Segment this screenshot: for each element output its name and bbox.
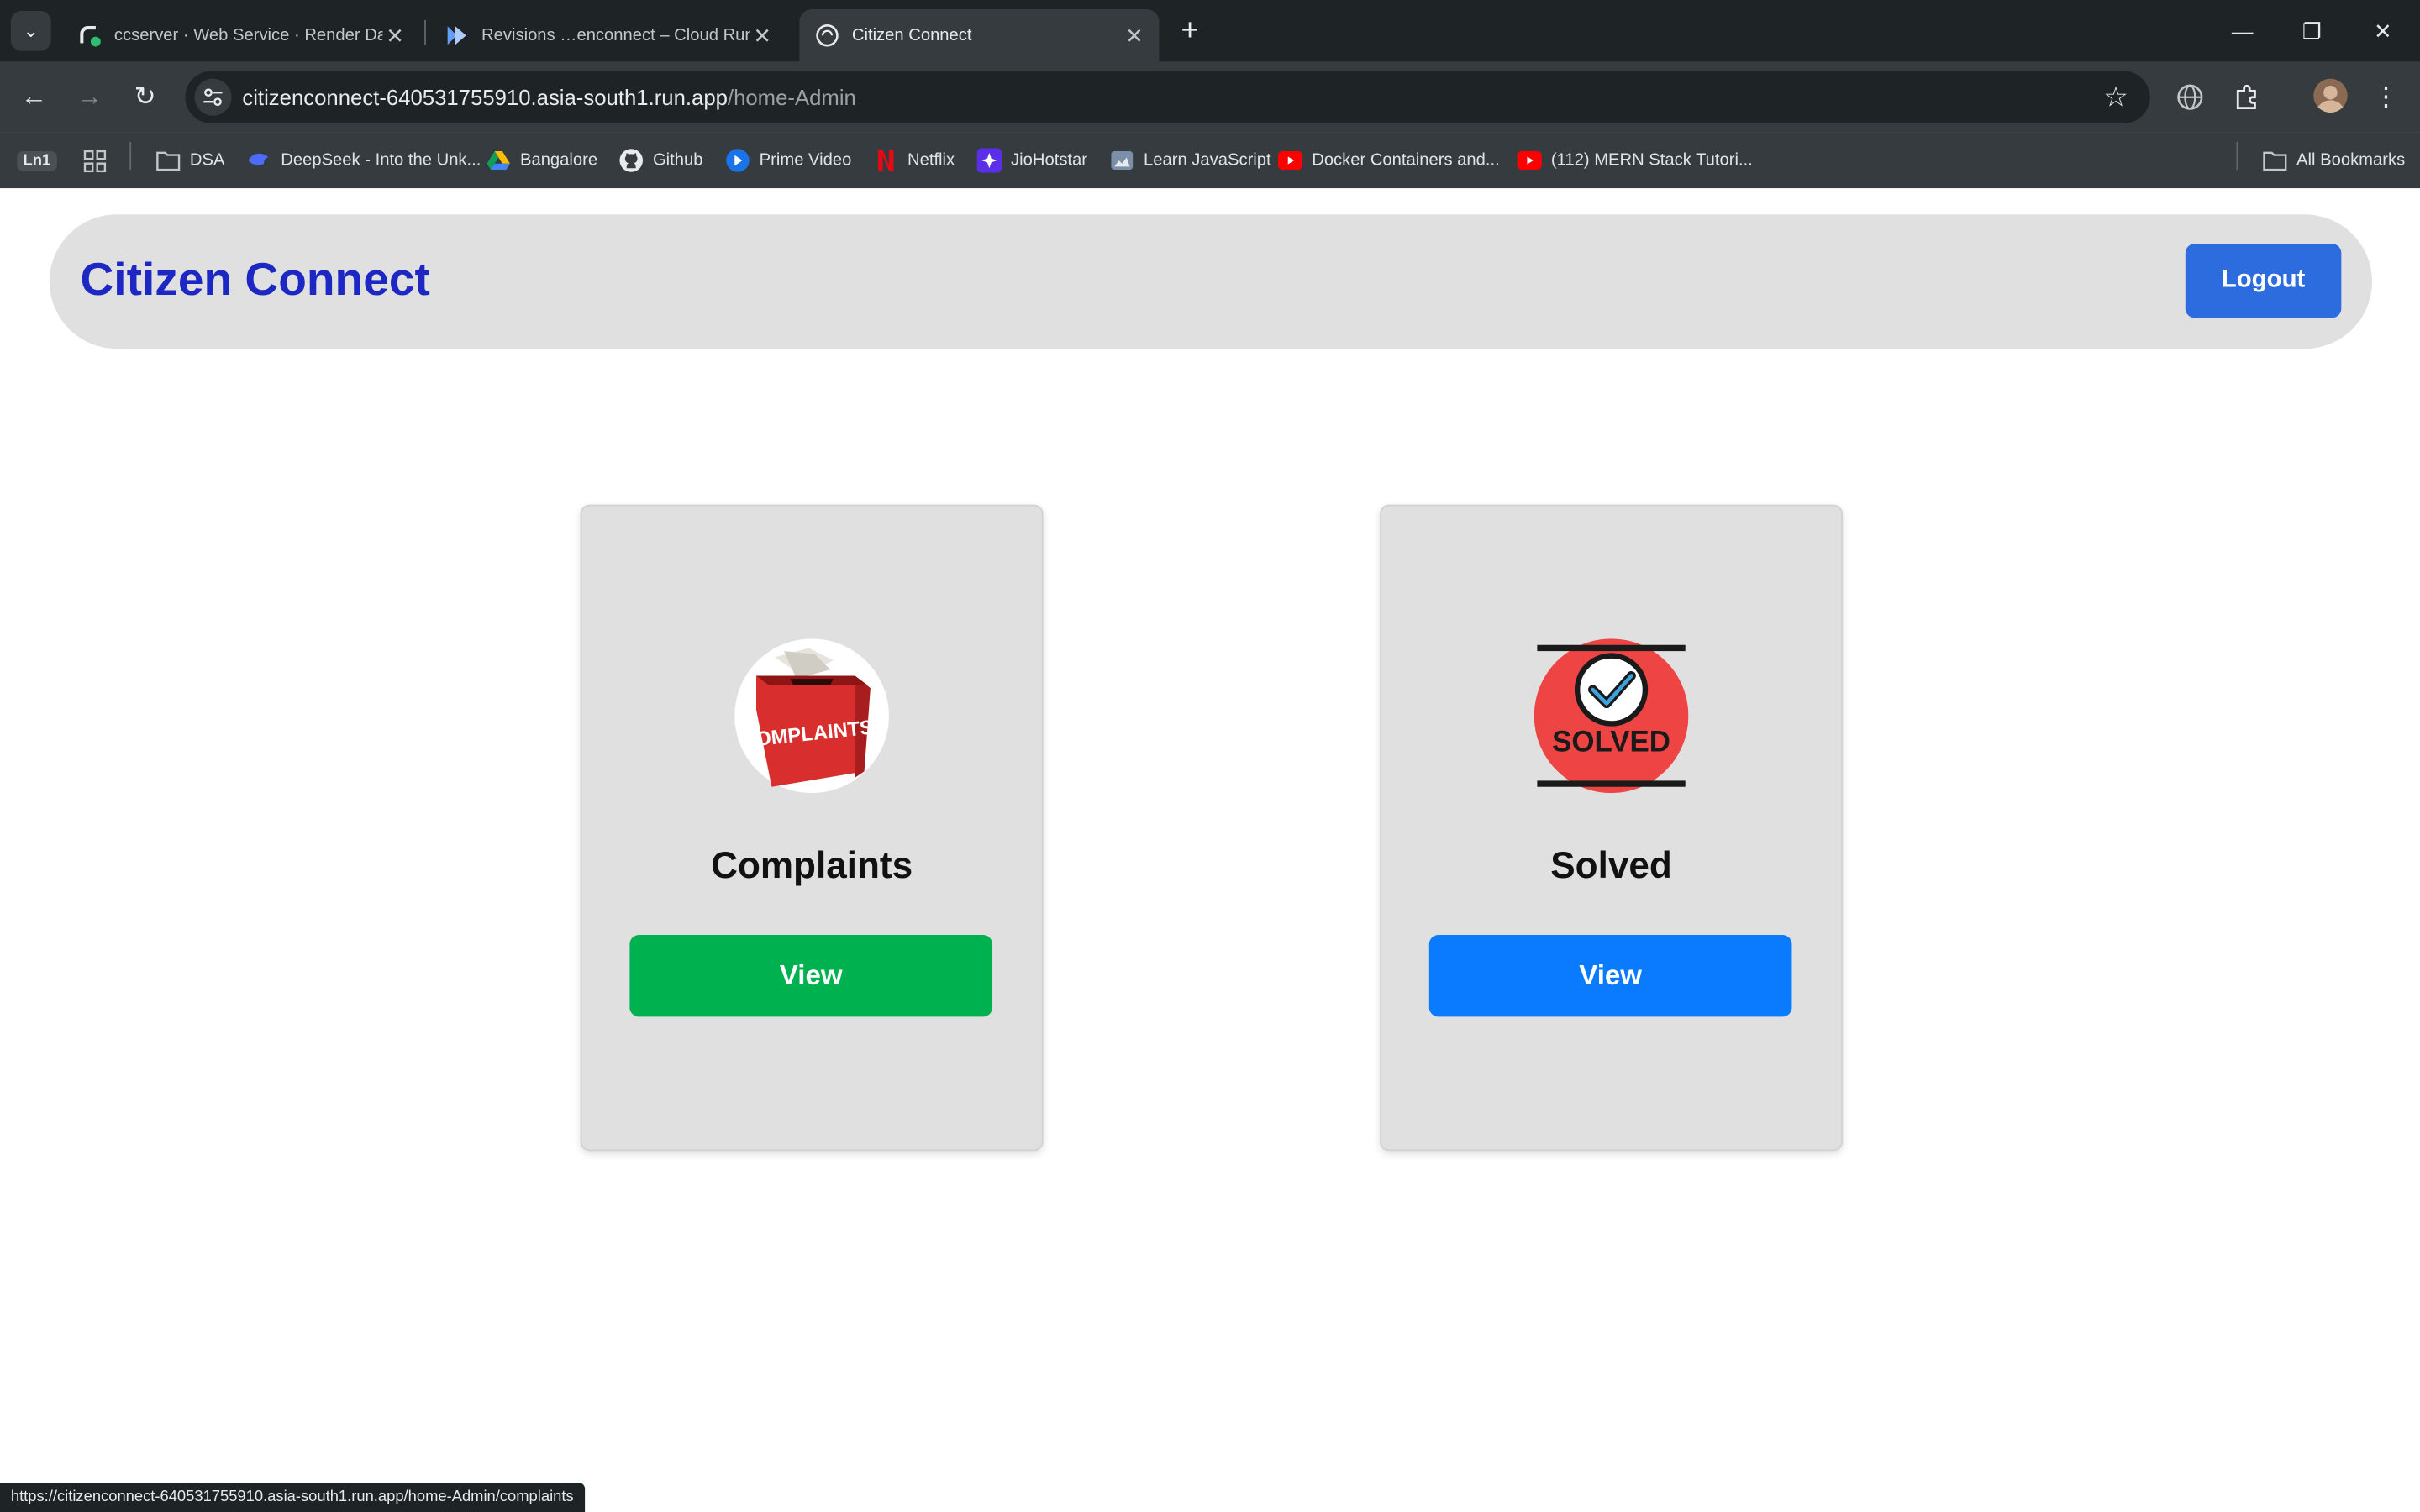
tab-title: ccserver · Web Service · Render Dash	[113, 26, 383, 45]
bookmark-label: (112) MERN Stack Tutori...	[1550, 151, 1753, 171]
view-complaints-button[interactable]: View	[629, 935, 993, 1017]
bookmarks-divider	[129, 141, 132, 171]
tab-title: Citizen Connect	[851, 26, 972, 45]
bookmark-ln1[interactable]: Ln1	[17, 145, 57, 176]
address-bar[interactable]: citizenconnect-640531755910.asia-south1.…	[185, 71, 2150, 123]
bookmark-docker-containers[interactable]: Docker Containers and...	[1277, 145, 1500, 176]
tab-render-dashboard[interactable]: ccserver · Web Service · Render Dash ✕	[61, 9, 419, 61]
bookmark-label: Netflix	[908, 151, 955, 171]
brand-title[interactable]: Citizen Connect	[81, 255, 430, 307]
reload-icon[interactable]: ↻	[128, 81, 161, 114]
restore-icon[interactable]: ❐	[2289, 13, 2335, 50]
tab-strip: ⌄ ccserver · Web Service · Render Dash ✕…	[0, 0, 2420, 62]
forward-arrow-icon[interactable]: →	[72, 81, 106, 114]
bookmarks-bar: Ln1 DSA DeepSeek - Into the Unk... Banga…	[0, 132, 2420, 190]
tab-title: Revisions …enconnect – Cloud Run –	[481, 26, 750, 45]
citizen-connect-favicon	[815, 24, 839, 48]
extensions-puzzle-icon[interactable]	[2232, 81, 2263, 113]
youtube-icon	[1277, 148, 1303, 172]
render-icon	[77, 24, 102, 48]
bookmark-label: Learn JavaScript	[1144, 151, 1271, 171]
chevron-down-icon: ⌄	[23, 19, 39, 42]
close-icon[interactable]: ✕	[1122, 23, 1146, 49]
complaints-box-icon: COMPLAINTS	[734, 638, 889, 794]
all-bookmarks-label: All Bookmarks	[2296, 151, 2406, 171]
bookmark-dsa[interactable]: DSA	[156, 145, 225, 176]
all-bookmarks-button[interactable]: All Bookmarks	[2263, 145, 2406, 176]
solved-title: Solved	[1550, 845, 1672, 888]
browser-window: ⌄ ccserver · Web Service · Render Dash ✕…	[0, 0, 2420, 1512]
bookmark-label: DeepSeek - Into the Unk...	[281, 151, 481, 171]
bookmark-label: Bangalore	[519, 151, 598, 171]
bookmark-learn-javascript[interactable]: Learn JavaScript	[1110, 145, 1271, 176]
jiohotstar-icon	[976, 148, 1002, 173]
complaints-card: COMPLAINTS Complaints View	[580, 504, 1044, 1152]
close-icon[interactable]: ✕	[383, 23, 408, 49]
deepseek-icon	[247, 148, 271, 172]
site-settings-icon[interactable]	[194, 78, 232, 116]
prime-video-icon	[725, 148, 750, 172]
learn-js-icon	[1110, 148, 1134, 172]
kebab-menu-icon[interactable]: ⋮	[2369, 81, 2402, 114]
bookmark-star-icon[interactable]: ☆	[2103, 81, 2128, 114]
logout-button[interactable]: Logout	[2185, 244, 2342, 318]
page-content: Citizen Connect Logout COMPLAINTS Compla…	[0, 188, 2420, 1512]
url-path: /home-Admin	[727, 85, 856, 110]
bookmark-mern-stack[interactable]: (112) MERN Stack Tutori...	[1517, 145, 1753, 176]
solved-card: SOLVED Solved View	[1380, 504, 1844, 1152]
bookmarks-divider	[2236, 141, 2238, 171]
cloud-run-icon	[445, 24, 469, 48]
apps-grid-icon	[82, 148, 106, 172]
tab-divider	[424, 19, 426, 45]
netflix-icon	[874, 148, 898, 172]
bookmark-label: Prime Video	[759, 151, 852, 171]
youtube-icon	[1517, 148, 1542, 172]
translate-globe-icon[interactable]	[2175, 81, 2206, 113]
bookmark-bangalore[interactable]: Bangalore	[487, 145, 598, 176]
bookmark-label: Github	[652, 151, 703, 171]
app-navbar: Citizen Connect Logout	[49, 214, 2373, 349]
tab-cloud-run[interactable]: Revisions …enconnect – Cloud Run – ✕	[429, 9, 787, 61]
bookmark-prime-video[interactable]: Prime Video	[725, 145, 851, 176]
ln1-icon: Ln1	[17, 150, 57, 171]
complaints-title: Complaints	[711, 845, 913, 888]
view-solved-button[interactable]: View	[1428, 935, 1792, 1017]
browser-toolbar: ← → ↻ citizenconnect-640531755910.asia-s…	[0, 61, 2420, 133]
solved-check-icon: SOLVED	[1534, 638, 1689, 794]
bookmark-label: DSA	[189, 151, 225, 171]
folder-icon	[156, 148, 181, 172]
new-tab-icon[interactable]: +	[1175, 15, 1206, 46]
back-arrow-icon[interactable]: ←	[17, 81, 50, 114]
bookmark-label: JioHotstar	[1011, 151, 1088, 171]
tab-search-button[interactable]: ⌄	[10, 10, 51, 51]
bookmark-jiohotstar[interactable]: JioHotstar	[976, 145, 1088, 176]
github-icon	[619, 148, 644, 172]
tab-citizen-connect[interactable]: Citizen Connect ✕	[799, 9, 1160, 62]
bookmark-deepseek[interactable]: DeepSeek - Into the Unk...	[247, 145, 481, 176]
bookmark-netflix[interactable]: Netflix	[874, 145, 955, 176]
apps-grid-button[interactable]	[82, 145, 115, 176]
bookmark-github[interactable]: Github	[619, 145, 703, 176]
minimize-icon[interactable]: —	[2219, 13, 2265, 50]
url-text: citizenconnect-640531755910.asia-south1.…	[242, 85, 856, 109]
link-status-bar: https://citizenconnect-640531755910.asia…	[0, 1483, 585, 1512]
google-drive-icon	[487, 148, 511, 172]
window-close-icon[interactable]: ✕	[2360, 13, 2406, 50]
close-icon[interactable]: ✕	[750, 23, 775, 49]
solved-icon-text: SOLVED	[1552, 725, 1670, 758]
profile-avatar[interactable]	[2313, 78, 2348, 113]
folder-icon	[2263, 148, 2287, 172]
bookmark-label: Docker Containers and...	[1312, 151, 1500, 171]
url-host: citizenconnect-640531755910.asia-south1.…	[242, 85, 728, 110]
